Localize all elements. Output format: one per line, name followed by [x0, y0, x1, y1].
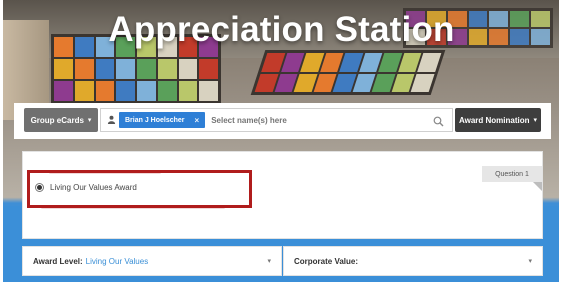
glass-pane — [54, 59, 73, 79]
highlight-box — [27, 170, 252, 208]
glass-pane — [417, 53, 442, 72]
glass-pane — [74, 81, 94, 101]
caret-down-icon: ▾ — [533, 117, 538, 124]
glass-pane — [137, 81, 156, 101]
question-panel: Living Our Values Award Question 1 — [22, 151, 543, 239]
page-title: Appreciation Station — [108, 10, 455, 49]
recipient-tag[interactable]: Brian J Hoelscher × — [119, 112, 206, 128]
award-level-label: Award Level: — [33, 256, 83, 266]
glass-pane — [95, 59, 115, 79]
award-level-value: Living Our Values — [85, 256, 149, 266]
glass-pane — [95, 81, 115, 101]
caret-down-icon: ▾ — [87, 117, 92, 124]
user-icon — [105, 115, 117, 126]
glass-pane — [157, 81, 177, 101]
corporate-value-select[interactable]: Corporate Value: ▾ — [283, 246, 543, 276]
glass-pane — [199, 81, 218, 101]
group-ecards-label: Group eCards — [30, 115, 84, 125]
toolbar: Group eCards ▾ Brian J Hoelscher × Award… — [14, 103, 551, 139]
glass-pane — [178, 59, 198, 79]
glass-pane — [157, 59, 177, 79]
recipient-tag-label: Brian J Hoelscher — [125, 116, 185, 124]
glass-pane — [178, 81, 198, 101]
search-icon[interactable] — [433, 114, 444, 127]
glass-pane — [411, 73, 435, 92]
glass-pane — [199, 59, 218, 79]
remove-recipient-icon[interactable]: × — [195, 116, 200, 125]
recipient-selector[interactable]: Brian J Hoelscher × — [100, 108, 453, 132]
caret-down-icon: ▾ — [267, 258, 271, 265]
award-nomination-button[interactable]: Award Nomination ▾ — [455, 108, 541, 132]
group-ecards-button[interactable]: Group eCards ▾ — [24, 108, 98, 132]
glass-pane — [116, 59, 135, 79]
award-level-select[interactable]: Award Level: Living Our Values ▾ — [22, 246, 282, 276]
question-tab: Question 1 — [482, 166, 542, 191]
glass-pane — [116, 81, 135, 101]
glass-pane — [54, 81, 73, 101]
glass-pane — [74, 59, 94, 79]
recipient-search-input[interactable] — [211, 115, 432, 125]
glass-pane — [137, 59, 156, 79]
award-nomination-label: Award Nomination — [458, 115, 530, 125]
stained-glass-skylight — [250, 50, 446, 95]
caret-down-icon: ▾ — [528, 258, 532, 265]
corporate-value-label: Corporate Value: — [294, 256, 359, 266]
